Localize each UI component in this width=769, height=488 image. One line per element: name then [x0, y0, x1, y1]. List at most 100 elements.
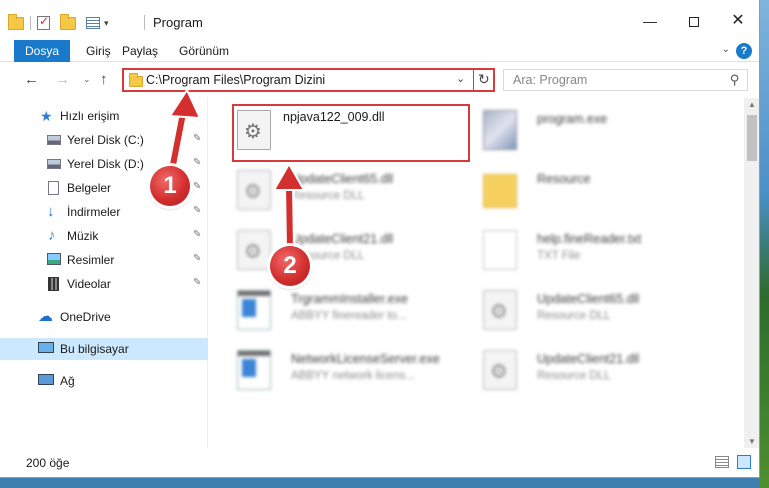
sidebar-item-local-disk-c[interactable]: Yerel Disk (C:) ✎ [0, 129, 208, 151]
file-item[interactable]: UpdateClient21.dll Resource DLL [483, 348, 723, 398]
sidebar-item-network[interactable]: Ağ [0, 370, 208, 392]
file-type: ABBYY network licens... [291, 370, 415, 382]
details-view-icon[interactable] [715, 456, 729, 468]
file-item[interactable]: TrgrammInstaller.exe ABBYY finereader to… [237, 288, 477, 338]
pin-icon[interactable]: ✎ [193, 277, 201, 288]
search-input[interactable]: Ara: Program ⚲ [503, 69, 748, 91]
address-folder-icon [129, 73, 143, 87]
scrollbar-thumb[interactable] [747, 115, 757, 161]
navigation-bar: ← → ⌄ ↑ C:\Program Files\Program Dizini … [0, 62, 759, 98]
sidebar-item-label: Ağ [60, 374, 75, 388]
exe-file-icon [237, 290, 271, 330]
folder-icon [483, 174, 517, 208]
file-name: TrgrammInstaller.exe [291, 292, 408, 306]
file-item[interactable]: UpdateClient65.dll Resource DLL [483, 288, 723, 338]
sidebar-item-label: İndirmeler [67, 205, 121, 219]
title-bar: ▾ Program — ✕ [0, 0, 759, 40]
scroll-up-icon[interactable]: ▲ [748, 100, 756, 109]
file-type: Resource DLL [537, 370, 611, 382]
file-name: UpdateClient65.dll [537, 292, 640, 306]
refresh-icon[interactable]: ↻ [478, 71, 490, 88]
file-item[interactable]: Resource [483, 168, 723, 218]
pictures-icon [47, 253, 61, 265]
view-options-icon[interactable] [86, 17, 100, 29]
pin-icon[interactable]: ✎ [193, 229, 201, 240]
program-icon [483, 110, 517, 150]
address-dropdown-chevron-icon[interactable]: ⌄ [456, 72, 465, 85]
tab-file[interactable]: Dosya [14, 40, 70, 62]
file-name: help.fineReader.txt [537, 232, 642, 246]
new-folder-icon[interactable] [60, 13, 76, 30]
pin-icon[interactable]: ✎ [193, 253, 201, 264]
sidebar-item-label: Belgeler [67, 181, 112, 195]
sidebar-item-label: Hızlı erişim [60, 109, 120, 123]
file-name: UpdateClient21.dll [537, 352, 640, 366]
desktop-background [760, 0, 769, 488]
folder-icon [8, 13, 24, 30]
step-badge-2: 2 [270, 246, 310, 286]
item-count: 200 öğe [26, 456, 70, 470]
scroll-down-icon[interactable]: ▼ [748, 437, 756, 446]
close-button[interactable]: ✕ [724, 9, 752, 33]
dll-file-icon [237, 230, 271, 270]
sidebar-item-label: Videolar [67, 277, 111, 291]
back-button[interactable]: ← [24, 71, 39, 88]
large-icons-view-icon[interactable] [737, 455, 751, 469]
status-bar: 200 öğe [0, 448, 759, 477]
computer-icon [38, 342, 54, 353]
pin-icon[interactable]: ✎ [193, 181, 201, 192]
dll-file-icon [237, 170, 271, 210]
maximize-button[interactable] [680, 9, 708, 33]
sidebar-item-quick-access[interactable]: ★ Hızlı erişim [0, 105, 208, 127]
file-item[interactable]: NetworkLicenseServer.exe ABBYY network l… [237, 348, 477, 398]
sidebar-item-label: Yerel Disk (D:) [67, 157, 144, 171]
up-button[interactable]: ↑ [100, 71, 108, 88]
file-item[interactable]: help.fineReader.txt TXT File [483, 228, 723, 278]
pin-icon[interactable]: ✎ [193, 157, 201, 168]
tab-share[interactable]: Paylaş [122, 40, 158, 62]
pin-icon[interactable]: ✎ [193, 205, 201, 216]
file-type: TXT File [537, 250, 581, 262]
sidebar-item-onedrive[interactable]: ☁ OneDrive [0, 306, 208, 328]
customize-toolbar-chevron-icon[interactable]: ▾ [104, 18, 109, 29]
minimize-button[interactable]: — [636, 9, 664, 33]
properties-check-icon[interactable] [37, 14, 50, 30]
highlight-box-dll [232, 104, 470, 162]
maximize-icon [689, 17, 699, 28]
search-icon[interactable]: ⚲ [730, 72, 740, 88]
sidebar-item-label: OneDrive [60, 310, 111, 324]
recent-locations-chevron-icon[interactable]: ⌄ [83, 74, 91, 85]
ribbon-expand-chevron-icon[interactable]: ⌄ [722, 44, 730, 55]
tab-home[interactable]: Giriş [86, 40, 111, 62]
file-item[interactable]: UpdateClient65.dll Resource DLL [237, 168, 477, 218]
video-icon [48, 277, 59, 291]
sidebar-item-music[interactable]: ♪ Müzik ✎ [0, 225, 208, 247]
file-type: ABBYY finereader to... [291, 310, 407, 322]
file-name: UpdateClient21.dll [291, 232, 394, 246]
text-file-icon [483, 230, 517, 270]
sidebar-item-pictures[interactable]: Resimler ✎ [0, 249, 208, 271]
file-name: program.exe [537, 112, 608, 126]
network-icon [38, 374, 54, 385]
file-item[interactable]: program.exe [483, 108, 723, 158]
address-bar[interactable]: C:\Program Files\Program Dizini ⌄ ↻ [122, 68, 495, 92]
forward-button[interactable]: → [55, 71, 70, 88]
file-type: Resource DLL [291, 190, 365, 202]
step-badge-1: 1 [150, 166, 190, 206]
file-name: UpdateClient65.dll [291, 172, 394, 186]
dll-file-icon [483, 290, 517, 330]
file-name: Resource [537, 172, 591, 186]
file-explorer-window: ▾ Program — ✕ Dosya Giriş Paylaş Görünüm… [0, 0, 760, 478]
sidebar-item-videos[interactable]: Videolar ✎ [0, 273, 208, 295]
sidebar-item-this-pc[interactable]: Bu bilgisayar [0, 338, 208, 360]
download-icon: ↓ [47, 203, 55, 220]
window-title: Program [153, 15, 203, 30]
star-icon: ★ [40, 108, 53, 124]
vertical-scrollbar[interactable]: ▲ ▼ [744, 98, 759, 448]
help-icon[interactable]: ? [736, 43, 752, 59]
address-path[interactable]: C:\Program Files\Program Dizini [146, 73, 325, 87]
tab-view[interactable]: Görünüm [179, 40, 229, 62]
sidebar-item-label: Müzik [67, 229, 99, 243]
pin-icon[interactable]: ✎ [193, 133, 201, 144]
document-icon [48, 181, 59, 195]
